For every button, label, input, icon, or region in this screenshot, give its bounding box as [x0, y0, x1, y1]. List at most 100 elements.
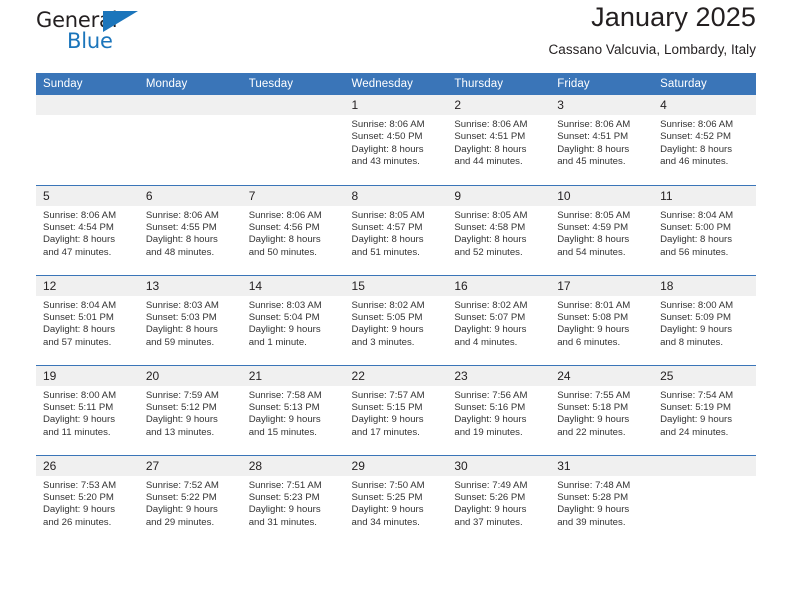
day-cell[interactable]: 8 Sunrise: 8:05 AM Sunset: 4:57 PM Daylight… [344, 184, 448, 275]
day-cell[interactable]: 24 Sunrise: 7:55 AM Sunset: 5:18 PM Dayligh… [550, 364, 654, 455]
day-cell[interactable]: 3 Sunrise: 8:06 AM Sunset: 4:51 PM Daylight… [550, 95, 654, 185]
day-cell[interactable]: 5 Sunrise: 8:06 AM Sunset: 4:54 PM Daylight… [36, 184, 139, 275]
day-details: Sunrise: 8:05 AM Sunset: 4:58 PM Daylight:… [447, 206, 550, 260]
sunrise-text: Sunrise: 8:05 AM [557, 209, 631, 221]
calendar-week-row: 5 Sunrise: 8:06 AM Sunset: 4:54 PM Daylight… [36, 184, 756, 275]
sunrise-text: Sunrise: 8:02 AM [454, 299, 528, 311]
day-details: Sunrise: 8:04 AM Sunset: 5:01 PM Daylight:… [36, 296, 139, 350]
day-cell[interactable]: 26 Sunrise: 7:53 AM Sunset: 5:20 PM Dayligh… [36, 454, 139, 545]
daylight-text-line1: Daylight: 9 hours [248, 324, 321, 336]
day-cell[interactable]: 4 Sunrise: 8:06 AM Sunset: 4:52 PM Daylight… [653, 95, 756, 185]
sunset-text: Sunset: 5:05 PM [351, 311, 423, 323]
sunrise-text: Sunrise: 8:06 AM [557, 119, 631, 130]
day-number: 16 [447, 275, 551, 296]
day-cell[interactable]: 31 Sunrise: 7:48 AM Sunset: 5:28 PM Dayligh… [550, 454, 654, 545]
daylight-text-line2: and 44 minutes. [454, 156, 523, 168]
daylight-text-line2: and 54 minutes. [557, 246, 626, 258]
day-cell[interactable]: 25 Sunrise: 7:54 AM Sunset: 5:19 PM Dayligh… [653, 364, 756, 455]
day-details: Sunrise: 7:57 AM Sunset: 5:15 PM Daylight:… [345, 386, 448, 440]
day-cell[interactable]: 13 Sunrise: 8:03 AM Sunset: 5:03 PM Dayligh… [138, 274, 242, 365]
logo-text-blue: Blue [67, 29, 113, 53]
daylight-text-line2: and 59 minutes. [145, 336, 215, 348]
daylight-text-line2: and 31 minutes. [248, 516, 317, 528]
daylight-text-line2: and 45 minutes. [557, 156, 626, 168]
sunrise-text: Sunrise: 7:50 AM [351, 479, 425, 491]
daylight-text-line2: and 19 minutes. [454, 426, 523, 438]
day-cell-empty [36, 95, 139, 185]
daylight-text-line2: and 4 minutes. [454, 336, 518, 348]
day-cell[interactable]: 20 Sunrise: 7:59 AM Sunset: 5:12 PM Dayligh… [138, 364, 242, 455]
sunrise-text: Sunrise: 7:51 AM [248, 479, 322, 491]
day-cell[interactable]: 23 Sunrise: 7:56 AM Sunset: 5:16 PM Dayligh… [447, 364, 551, 455]
daylight-text-line1: Daylight: 9 hours [248, 504, 321, 516]
sunset-text: Sunset: 5:00 PM [660, 221, 731, 233]
daylight-text-line2: and 46 minutes. [660, 156, 729, 168]
day-details: Sunrise: 8:06 AM Sunset: 4:56 PM Daylight:… [242, 206, 345, 260]
sunrise-text: Sunrise: 8:03 AM [248, 299, 322, 311]
day-number: 22 [344, 365, 448, 386]
sunrise-text: Sunrise: 7:57 AM [351, 389, 425, 401]
day-number: 20 [138, 365, 242, 386]
sunrise-text: Sunrise: 8:02 AM [351, 299, 425, 311]
sunset-text: Sunset: 5:13 PM [248, 401, 320, 413]
day-cell-empty [241, 95, 345, 185]
sunrise-text: Sunrise: 7:55 AM [557, 389, 631, 401]
sunset-text: Sunset: 5:11 PM [43, 401, 114, 413]
day-cell[interactable]: 9 Sunrise: 8:05 AM Sunset: 4:58 PM Daylight… [447, 184, 551, 275]
day-number: 19 [36, 365, 139, 386]
day-cell[interactable]: 14 Sunrise: 8:03 AM Sunset: 5:04 PM Dayligh… [241, 274, 345, 365]
sunrise-text: Sunrise: 7:53 AM [43, 479, 117, 491]
sunrise-text: Sunrise: 8:06 AM [248, 209, 322, 221]
day-cell[interactable]: 18 Sunrise: 8:00 AM Sunset: 5:09 PM Dayligh… [653, 274, 756, 365]
sunset-text: Sunset: 4:56 PM [248, 221, 320, 233]
day-cell[interactable]: 21 Sunrise: 7:58 AM Sunset: 5:13 PM Dayligh… [241, 364, 345, 455]
day-cell[interactable]: 27 Sunrise: 7:52 AM Sunset: 5:22 PM Dayligh… [138, 454, 242, 545]
day-cell[interactable]: 10 Sunrise: 8:05 AM Sunset: 4:59 PM Dayligh… [550, 184, 654, 275]
daylight-text-line1: Daylight: 8 hours [248, 234, 321, 246]
day-cell[interactable]: 30 Sunrise: 7:49 AM Sunset: 5:26 PM Dayligh… [447, 454, 551, 545]
sunset-text: Sunset: 4:55 PM [145, 221, 217, 233]
daylight-text-line1: Daylight: 8 hours [557, 143, 630, 155]
day-details: Sunrise: 7:53 AM Sunset: 5:20 PM Daylight:… [36, 476, 139, 530]
day-number: 1 [344, 95, 448, 115]
sunset-text: Sunset: 4:52 PM [660, 131, 731, 143]
daylight-text-line1: Daylight: 8 hours [660, 143, 733, 155]
page-header: General Blue January 2025 Cassano Valcuv… [36, 0, 756, 73]
day-number: 25 [653, 365, 756, 386]
daylight-text-line1: Daylight: 8 hours [454, 234, 527, 246]
daylight-text-line2: and 22 minutes. [557, 426, 626, 438]
day-number: 21 [241, 365, 345, 386]
weekday-header-tuesday: Tuesday [241, 73, 345, 95]
day-cell[interactable]: 12 Sunrise: 8:04 AM Sunset: 5:01 PM Dayligh… [36, 274, 139, 365]
day-details: Sunrise: 8:00 AM Sunset: 5:11 PM Daylight:… [36, 386, 139, 440]
day-details: Sunrise: 8:06 AM Sunset: 4:55 PM Daylight:… [139, 206, 242, 260]
day-cell[interactable]: 11 Sunrise: 8:04 AM Sunset: 5:00 PM Dayligh… [653, 184, 756, 275]
sunset-text: Sunset: 5:25 PM [351, 491, 423, 503]
daylight-text-line2: and 8 minutes. [660, 336, 723, 348]
sunrise-text: Sunrise: 8:06 AM [145, 209, 219, 221]
day-number: 12 [36, 275, 139, 296]
day-cell[interactable]: 22 Sunrise: 7:57 AM Sunset: 5:15 PM Dayligh… [344, 364, 448, 455]
day-cell[interactable]: 1 Sunrise: 8:06 AM Sunset: 4:50 PM Daylight… [344, 95, 448, 185]
daylight-text-line1: Daylight: 9 hours [454, 414, 527, 426]
daylight-text-line1: Daylight: 8 hours [351, 143, 424, 155]
day-cell[interactable]: 7 Sunrise: 8:06 AM Sunset: 4:56 PM Daylight… [241, 184, 345, 275]
day-cell[interactable]: 17 Sunrise: 8:01 AM Sunset: 5:08 PM Dayligh… [550, 274, 654, 365]
day-cell[interactable]: 28 Sunrise: 7:51 AM Sunset: 5:23 PM Dayligh… [241, 454, 345, 545]
sunset-text: Sunset: 4:57 PM [351, 221, 423, 233]
day-cell[interactable]: 2 Sunrise: 8:06 AM Sunset: 4:51 PM Daylight… [447, 95, 551, 185]
day-cell[interactable]: 16 Sunrise: 8:02 AM Sunset: 5:07 PM Dayligh… [447, 274, 551, 365]
day-number: 6 [138, 185, 242, 206]
day-cell[interactable]: 19 Sunrise: 8:00 AM Sunset: 5:11 PM Dayligh… [36, 364, 139, 455]
day-cell[interactable]: 15 Sunrise: 8:02 AM Sunset: 5:05 PM Dayligh… [344, 274, 448, 365]
day-cell[interactable]: 6 Sunrise: 8:06 AM Sunset: 4:55 PM Daylight… [138, 184, 242, 275]
daylight-text-line1: Daylight: 9 hours [145, 414, 218, 426]
general-blue-logo[interactable]: General Blue [36, 8, 154, 60]
sunrise-text: Sunrise: 8:00 AM [660, 299, 734, 311]
sunrise-text: Sunrise: 8:01 AM [557, 299, 631, 311]
daylight-text-line2: and 17 minutes. [351, 426, 420, 438]
day-cell[interactable]: 29 Sunrise: 7:50 AM Sunset: 5:25 PM Dayligh… [344, 454, 448, 545]
sunset-text: Sunset: 5:03 PM [145, 311, 217, 323]
day-number: 9 [447, 185, 551, 206]
day-details: Sunrise: 8:06 AM Sunset: 4:54 PM Daylight:… [36, 206, 139, 260]
